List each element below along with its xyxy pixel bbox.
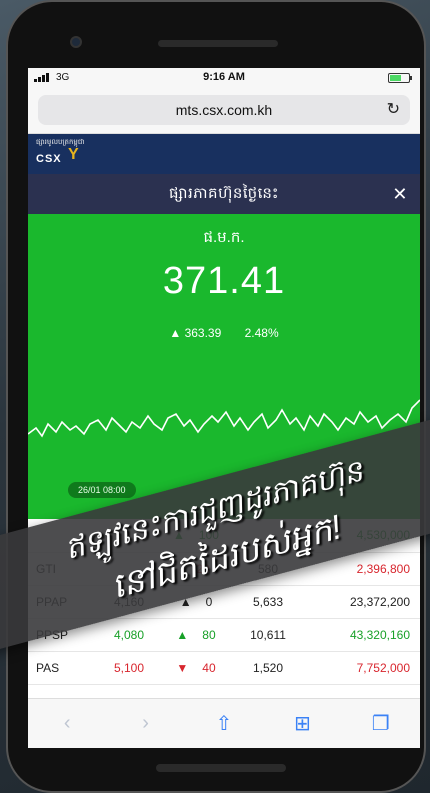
reload-icon[interactable]: ↻ bbox=[387, 95, 400, 125]
change-arrow-icon: ▲ bbox=[176, 627, 189, 642]
modal-header: ផ្សារភាគហ៊ុនថ្ងៃនេះ ✕ bbox=[28, 174, 420, 214]
stock-row[interactable]: PAS 5,100 ▼ 40 1,520 7,752,000 bbox=[28, 651, 420, 685]
stock-volume: 5,633 bbox=[228, 585, 308, 619]
address-bar: mts.csx.com.kh ↻ bbox=[28, 88, 420, 134]
stock-value: 43,320,160 bbox=[308, 618, 420, 652]
change-arrow-icon: ▼ bbox=[176, 660, 189, 675]
modal-title: ផ្សារភាគហ៊ុនថ្ងៃនេះ bbox=[168, 185, 280, 202]
forward-icon[interactable]: › bbox=[131, 712, 161, 735]
change-value: 40 bbox=[202, 660, 216, 675]
status-bar: 3G 9:16 AM bbox=[28, 68, 420, 88]
stock-price: 5,100 bbox=[94, 651, 164, 685]
phone-screen: 3G 9:16 AM mts.csx.com.kh ↻ ផ្សារមូលបត្រ… bbox=[28, 68, 420, 748]
stock-volume: 10,611 bbox=[228, 618, 308, 652]
stock-value: 23,372,200 bbox=[308, 585, 420, 619]
share-icon[interactable]: ⇧ bbox=[209, 711, 239, 736]
index-change-pct: 2.48% bbox=[244, 326, 279, 340]
site-header: ផ្សារមូលបត្រកម្ពុជា CSX Y bbox=[28, 134, 420, 174]
back-icon[interactable]: ‹ bbox=[52, 712, 82, 735]
chart-time-badge: 26/01 08:00 bbox=[68, 482, 136, 498]
bookmarks-icon[interactable]: ⊞ bbox=[287, 711, 317, 736]
brand-logo[interactable]: CSX bbox=[36, 153, 62, 165]
browser-toolbar: ‹ › ⇧ ⊞ ❐ bbox=[28, 698, 420, 748]
status-time: 9:16 AM bbox=[203, 71, 245, 83]
index-price-line bbox=[28, 399, 420, 438]
tabs-icon[interactable]: ❐ bbox=[366, 711, 396, 736]
stock-volume: 1,520 bbox=[228, 651, 308, 685]
url-text: mts.csx.com.kh bbox=[175, 102, 273, 118]
stock-price: 4,080 bbox=[94, 618, 164, 652]
url-field[interactable]: mts.csx.com.kh ↻ bbox=[38, 95, 410, 125]
index-change: ▲ 363.39 2.48% bbox=[28, 326, 420, 340]
home-indicator bbox=[156, 764, 286, 772]
index-value: 371.41 bbox=[162, 260, 286, 302]
stock-change: ▲ 80 bbox=[164, 618, 228, 652]
stock-value: 7,752,000 bbox=[308, 651, 420, 685]
front-camera bbox=[70, 36, 82, 48]
index-previous: ▲ 363.39 bbox=[169, 326, 222, 340]
earpiece-speaker bbox=[158, 40, 278, 47]
stock-symbol: PAS bbox=[28, 651, 94, 685]
stock-change: ▼ 40 bbox=[164, 651, 228, 685]
close-icon[interactable]: ✕ bbox=[392, 174, 408, 214]
index-name: ផ.ម.ក. bbox=[203, 229, 245, 246]
change-value: 80 bbox=[202, 627, 216, 642]
change-value: 0 bbox=[205, 594, 213, 609]
bird-logo-icon: Y bbox=[68, 146, 79, 163]
phone-frame: 3G 9:16 AM mts.csx.com.kh ↻ ផ្សារមូលបត្រ… bbox=[6, 0, 426, 793]
battery-icon bbox=[388, 73, 412, 83]
